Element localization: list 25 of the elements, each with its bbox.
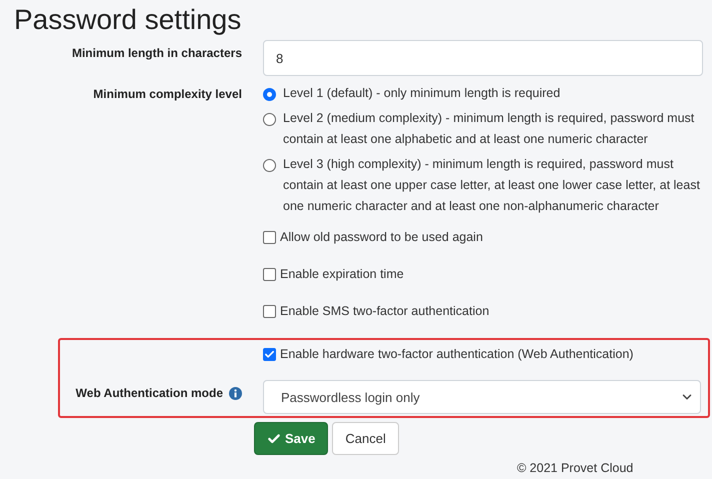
radio-label: Level 1 (default) - only minimum length is required xyxy=(283,85,560,102)
radio-button[interactable] xyxy=(263,159,276,172)
mode-select[interactable]: Passwordless login only xyxy=(263,380,701,414)
info-icon[interactable] xyxy=(229,386,242,400)
cancel-button[interactable]: Cancel xyxy=(332,422,399,455)
radio-button[interactable] xyxy=(263,113,276,126)
checkbox-label: Allow old password to be used again xyxy=(280,230,483,244)
input-field[interactable]: 8 xyxy=(263,40,703,76)
checkbox-label: Enable hardware two-factor authentication (Web Authentication) xyxy=(280,347,634,361)
copyright-text: © 2021 Provet Cloud xyxy=(517,461,634,475)
page-title: Password settings xyxy=(14,4,242,36)
check-icon xyxy=(267,432,281,446)
checkbox[interactable] xyxy=(263,268,276,280)
checkbox-label: Enable SMS two-factor authentication xyxy=(280,304,490,318)
radio-label: Level 3 (high complexity) - minimum length is required, password must contain at least one upper case letter, at least one lower case letter, at least one numeric character and at least one non-alphanumeric character xyxy=(283,156,701,215)
radio-label: Level 2 (medium complexity) - minimum length is required, password must contain at least one alphabetic and at least one numeric character xyxy=(283,110,696,148)
field-label: Minimum length in characters xyxy=(70,45,242,60)
radio-button[interactable] xyxy=(263,88,276,101)
checkbox[interactable] xyxy=(263,304,276,318)
save-button[interactable]: Save xyxy=(254,422,328,455)
checkbox[interactable] xyxy=(263,348,276,360)
field-label: Minimum complexity level xyxy=(92,87,242,101)
checkbox[interactable] xyxy=(263,230,276,244)
field-label: Web Authentication mode xyxy=(76,386,223,400)
checkbox-label: Enable expiration time xyxy=(280,267,404,281)
